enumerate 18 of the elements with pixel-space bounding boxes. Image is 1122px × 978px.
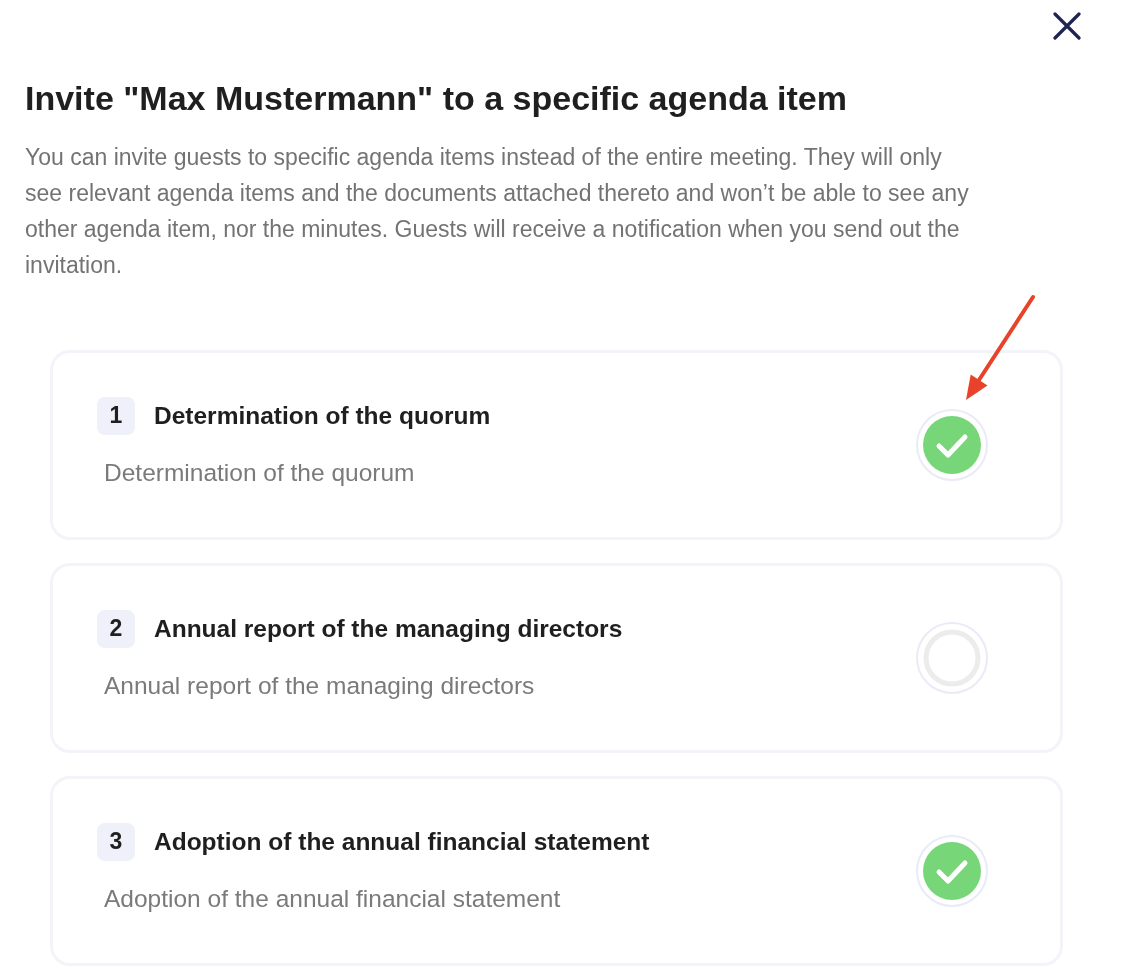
agenda-item-card[interactable]: 2 Annual report of the managing directors Annual report of the managing directors	[50, 563, 1063, 753]
item-description: Annual report of the managing directors	[104, 670, 535, 701]
item-title: Adoption of the annual financial statement	[154, 826, 650, 857]
close-button[interactable]	[1051, 10, 1083, 42]
check-icon	[923, 842, 981, 900]
agenda-item-card[interactable]: 1 Determination of the quorum Determination of the quorum	[50, 350, 1063, 540]
dialog-description: You can invite guests to specific agenda items instead of the entire meeting. They will only see relevant agenda items and the documents attached thereto and won’t be able to see any other agenda item, nor the minutes. Guests will receive a notification when you send out the invitation.	[25, 143, 970, 280]
item-number: 1	[97, 396, 135, 435]
dialog-title: Invite "Max Mustermann" to a specific agenda item	[25, 78, 847, 118]
item-title: Annual report of the managing directors	[154, 613, 623, 644]
close-icon	[1053, 12, 1081, 40]
item-description: Adoption of the annual financial statement	[104, 883, 561, 914]
item-number: 3	[97, 822, 135, 861]
item-number: 2	[97, 609, 135, 648]
agenda-item-card[interactable]: 3 Adoption of the annual financial statement Adoption of the annual financial statement	[50, 776, 1063, 966]
item-description: Determination of the quorum	[104, 457, 415, 488]
item-title: Determination of the quorum	[154, 400, 491, 431]
check-icon	[923, 416, 981, 474]
